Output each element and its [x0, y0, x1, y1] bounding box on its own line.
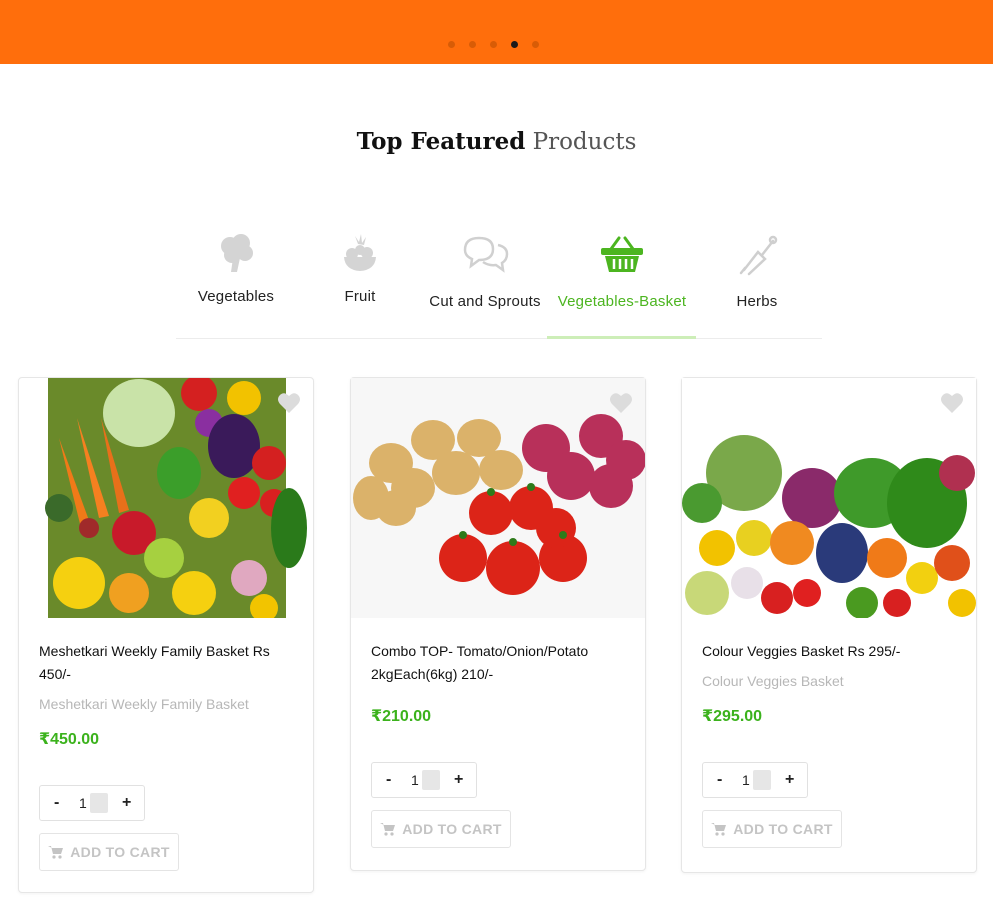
mixed-vegetables-image — [45, 378, 307, 618]
carousel-dot[interactable] — [448, 41, 455, 48]
add-to-cart-label: ADD TO CART — [733, 821, 833, 837]
add-to-cart-button[interactable]: ADD TO CART — [702, 810, 842, 848]
product-price: ₹450.00 — [39, 731, 100, 748]
quantity-stepper: - 1 + — [702, 762, 808, 798]
cart-icon — [380, 823, 396, 836]
product-title[interactable]: Colour Veggies Basket Rs 295/- — [702, 640, 960, 663]
product-title[interactable]: Meshetkari Weekly Family Basket Rs 450/- — [39, 640, 297, 686]
product-card: Meshetkari Weekly Family Basket Rs 450/-… — [18, 377, 314, 893]
quantity-stepper: - 1 + — [371, 762, 477, 798]
speech-bubbles-icon — [463, 236, 509, 273]
tab-fruit[interactable]: Fruit — [312, 232, 408, 305]
decrease-quantity-button[interactable]: - — [54, 794, 59, 812]
add-to-cart-label: ADD TO CART — [70, 844, 170, 860]
quantity-input[interactable]: 1 — [742, 772, 750, 788]
tab-label: Cut and Sprouts — [429, 293, 541, 310]
tab-label: Vegetables — [197, 288, 275, 305]
tab-vegetables[interactable]: Vegetables — [180, 232, 292, 305]
decrease-quantity-button[interactable]: - — [386, 771, 391, 789]
tab-label: Fruit — [344, 288, 376, 305]
decrease-quantity-button[interactable]: - — [717, 771, 722, 789]
basket-icon — [601, 236, 643, 272]
product-image[interactable] — [682, 378, 976, 618]
add-to-cart-label: ADD TO CART — [402, 821, 502, 837]
tab-herbs[interactable]: Herbs — [712, 232, 802, 310]
active-tab-indicator — [547, 336, 696, 339]
quantity-input[interactable]: 1 — [411, 772, 419, 788]
add-to-cart-button[interactable]: ADD TO CART — [371, 810, 511, 848]
carousel-dot-active[interactable] — [511, 41, 518, 48]
section-title-bold: Top Featured — [356, 128, 526, 155]
section-title: Top Featured Products — [0, 128, 993, 155]
increase-quantity-button[interactable]: + — [122, 794, 131, 812]
section-title-light: Products — [532, 129, 637, 155]
product-subtitle: Colour Veggies Basket — [702, 673, 844, 689]
product-image[interactable] — [351, 378, 645, 618]
product-card: Colour Veggies Basket Rs 295/- Colour Ve… — [681, 377, 977, 873]
broccoli-icon — [221, 234, 253, 272]
add-to-cart-button[interactable]: ADD TO CART — [39, 833, 179, 871]
spinner-arrows-icon[interactable] — [753, 770, 771, 790]
quantity-stepper: - 1 + — [39, 785, 145, 821]
increase-quantity-button[interactable]: + — [454, 771, 463, 789]
fruit-bowl-icon — [344, 234, 376, 271]
category-tabs: Vegetables Fruit Cut and Sprouts Vegetab… — [176, 232, 822, 344]
cart-icon — [711, 823, 727, 836]
product-price: ₹295.00 — [702, 708, 763, 725]
product-image[interactable] — [19, 378, 313, 618]
tab-cut-and-sprouts[interactable]: Cut and Sprouts — [422, 232, 548, 310]
carousel-dots — [448, 41, 539, 48]
product-price: ₹210.00 — [371, 708, 432, 725]
spinner-arrows-icon[interactable] — [90, 793, 108, 813]
increase-quantity-button[interactable]: + — [785, 771, 794, 789]
colour-veggies-image — [682, 378, 976, 618]
carousel-dot[interactable] — [532, 41, 539, 48]
wishlist-heart-icon[interactable] — [277, 392, 301, 414]
wishlist-heart-icon[interactable] — [609, 392, 633, 414]
product-card: Combo TOP- Tomato/Onion/Potato 2kgEach(6… — [350, 377, 646, 871]
spinner-arrows-icon[interactable] — [422, 770, 440, 790]
product-subtitle: Meshetkari Weekly Family Basket — [39, 696, 249, 712]
tab-label: Herbs — [736, 293, 778, 310]
wishlist-heart-icon[interactable] — [940, 392, 964, 414]
tab-label: Vegetables-Basket — [557, 293, 687, 310]
product-title[interactable]: Combo TOP- Tomato/Onion/Potato 2kgEach(6… — [371, 640, 629, 686]
cart-icon — [48, 846, 64, 859]
tomato-onion-potato-image — [351, 378, 645, 618]
quantity-input[interactable]: 1 — [79, 795, 87, 811]
tab-vegetables-basket[interactable]: Vegetables-Basket — [547, 232, 697, 310]
carousel-dot[interactable] — [469, 41, 476, 48]
mortar-pestle-icon — [739, 235, 778, 276]
tabs-divider — [176, 338, 822, 339]
carousel-dot[interactable] — [490, 41, 497, 48]
top-banner — [0, 0, 993, 64]
